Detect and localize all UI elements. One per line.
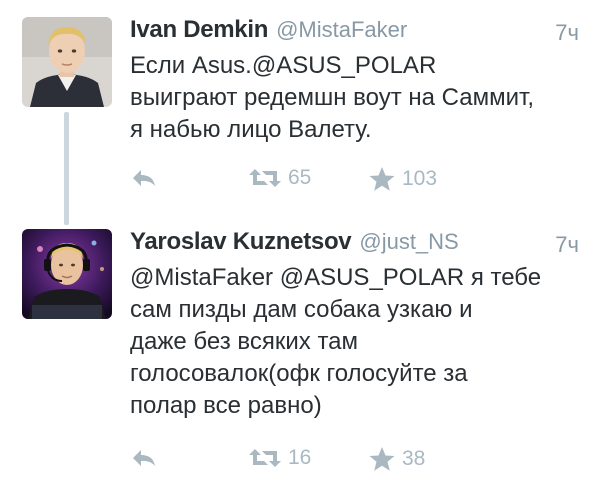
retweet-count: 16 xyxy=(288,446,312,469)
tweet-2-actions: 16 38 xyxy=(130,446,580,474)
tweet-timestamp[interactable]: 7ч xyxy=(555,20,579,46)
tweet-text-line: полар все равно) xyxy=(130,392,322,419)
favorite-count: 38 xyxy=(402,447,426,470)
retweet-button[interactable]: 16 xyxy=(248,446,311,470)
favorite-button[interactable]: 38 xyxy=(368,446,425,472)
star-icon xyxy=(369,447,395,471)
thread-connector-line xyxy=(64,112,69,225)
tweet-text-line: я набью лицо Валету. xyxy=(130,116,372,143)
retweet-icon xyxy=(249,169,281,187)
retweet-button[interactable]: 65 xyxy=(248,166,311,190)
author-handle[interactable]: @MistaFaker xyxy=(276,17,407,42)
avatar-ivan-demkin[interactable] xyxy=(22,17,112,107)
retweet-icon xyxy=(249,449,281,467)
retweet-count: 65 xyxy=(288,166,312,189)
reply-icon xyxy=(133,450,155,466)
favorite-button[interactable]: 103 xyxy=(368,166,437,192)
tweet-text-line: сам пизды дам собака узкаю и xyxy=(130,296,473,323)
reply-button[interactable] xyxy=(130,446,158,470)
author-name[interactable]: Yaroslav Kuznetsov xyxy=(130,228,352,255)
avatar-yaroslav-kuznetsov[interactable] xyxy=(22,229,112,319)
tweet-timestamp[interactable]: 7ч xyxy=(555,232,579,258)
tweet-text-line: Если Asus.@ASUS_POLAR xyxy=(130,52,437,79)
tweet-1-text: Если Asus.@ASUS_POLAR выиграют редемшн в… xyxy=(130,50,580,146)
tweet-2-text: @MistaFaker @ASUS_POLAR я тебе сам пизды… xyxy=(130,262,580,422)
tweet-text-line: выиграют редемшн воут на Саммит, xyxy=(130,84,535,111)
favorite-count: 103 xyxy=(402,167,438,190)
reply-icon xyxy=(133,170,155,186)
author-name[interactable]: Ivan Demkin xyxy=(130,16,268,43)
tweet-2-header: Yaroslav Kuznetsov @just_NS xyxy=(130,228,459,258)
tweet-1-header: Ivan Demkin @MistaFaker xyxy=(130,16,407,46)
reply-button[interactable] xyxy=(130,166,158,190)
tweet-text-line: даже без всяких там xyxy=(130,328,359,355)
tweet-text-line: @MistaFaker @ASUS_POLAR я тебе xyxy=(130,264,542,291)
tweet-1-actions: 65 103 xyxy=(130,166,580,194)
star-icon xyxy=(369,167,395,191)
author-handle[interactable]: @just_NS xyxy=(359,229,458,254)
tweet-text-line: голосовалок(офк голосуйте за xyxy=(130,360,468,387)
